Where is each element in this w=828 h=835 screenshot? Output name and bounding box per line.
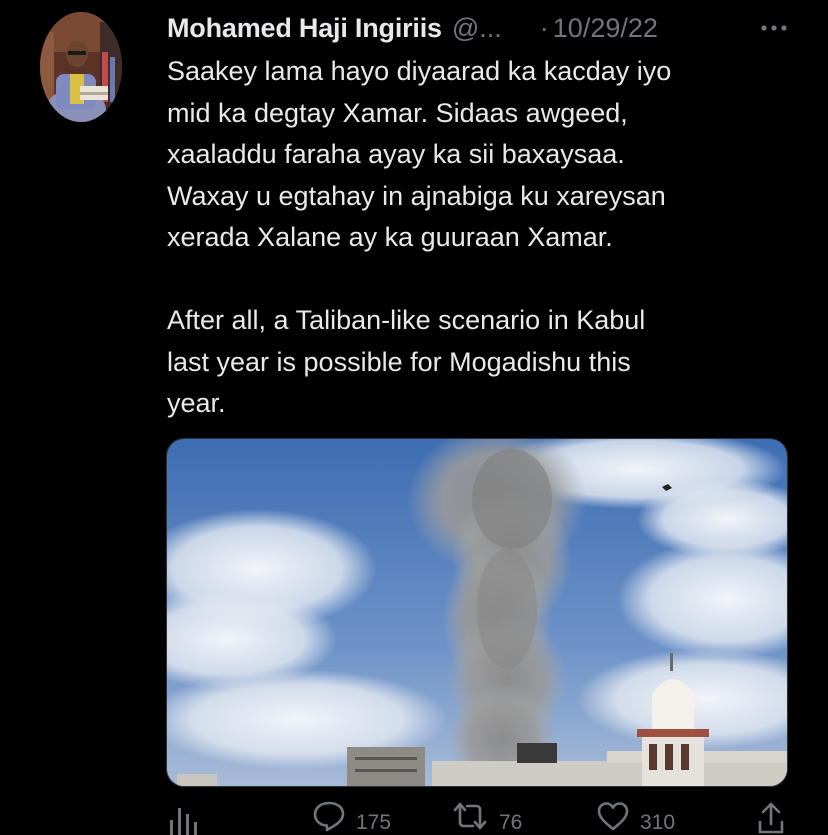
tweet-text: Saakey lama hayo diyaarad ka kacday iyo …	[167, 51, 787, 425]
tweet-media-image[interactable]	[166, 438, 788, 787]
tweet[interactable]: Mohamed Haji Ingiriis @... · 10/29/22 Sa…	[0, 0, 828, 835]
bar-chart-icon	[170, 808, 197, 835]
like-count: 310	[640, 811, 676, 834]
tweet-header: Mohamed Haji Ingiriis @... · 10/29/22	[167, 8, 792, 48]
more-options-button[interactable]	[756, 10, 792, 46]
speech-bubble-icon	[313, 801, 345, 832]
avatar[interactable]	[40, 12, 122, 122]
reply-count: 175	[356, 811, 392, 834]
avatar-photo	[40, 12, 122, 122]
tweet-paragraph: After all, a Taliban-like scenario in Ka…	[167, 305, 646, 418]
author-display-name[interactable]: Mohamed Haji Ingiriis	[167, 13, 442, 44]
analytics-button[interactable]	[168, 800, 198, 835]
ellipsis-icon	[761, 25, 787, 31]
like-button[interactable]: 310	[596, 800, 675, 835]
retweet-button[interactable]: 76	[451, 800, 522, 835]
author-handle[interactable]: @...	[452, 13, 502, 44]
share-upload-icon	[758, 802, 784, 834]
tweet-actions-bar: 175 76 310	[166, 800, 788, 835]
heart-icon	[597, 802, 629, 831]
retweet-arrows-icon	[453, 802, 487, 830]
separator-dot: ·	[539, 12, 549, 43]
tweet-paragraph: Saakey lama hayo diyaarad ka kacday iyo …	[167, 56, 672, 252]
reply-button[interactable]: 175	[312, 800, 391, 835]
retweet-count: 76	[499, 811, 523, 834]
share-button[interactable]	[756, 800, 786, 835]
smoke-plume-photo	[167, 439, 787, 786]
tweet-date[interactable]: 10/29/22	[553, 13, 658, 44]
